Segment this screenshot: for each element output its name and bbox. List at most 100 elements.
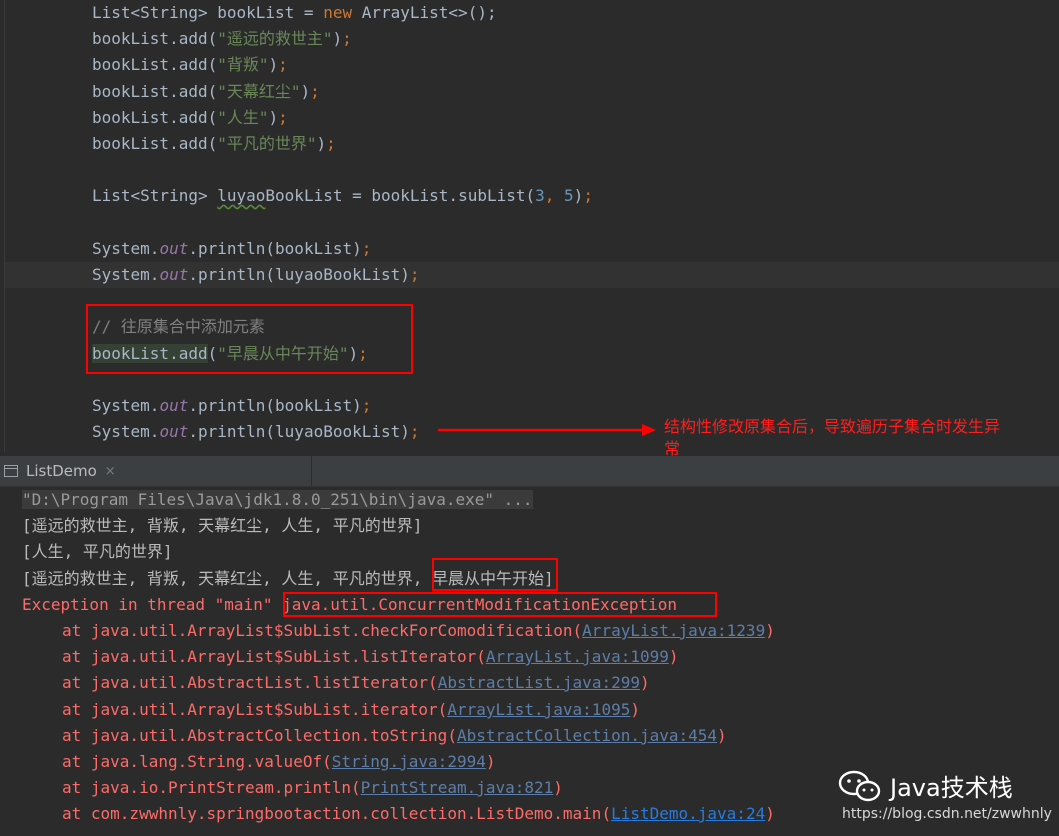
code-token: ;	[361, 239, 372, 258]
annotation-note: 结构性修改原集合后，导致遍历子集合时发生异常	[664, 417, 1001, 458]
console-line: at java.lang.String.valueOf(String.java:…	[62, 749, 495, 775]
highlight-box-new-element	[432, 558, 558, 591]
console-line: at java.util.ArrayList$SubList.listItera…	[62, 644, 679, 670]
code-token: "平凡的世界"	[217, 134, 317, 153]
console-text: at com.zwwhnly.springbootaction.collecti…	[62, 804, 612, 823]
console-line: [遥远的救世主, 背叛, 天幕红尘, 人生, 平凡的世界]	[22, 513, 422, 539]
code-token: ;	[409, 422, 420, 441]
console-text: )	[630, 700, 640, 719]
code-token: out	[159, 265, 189, 284]
console-text: )	[717, 726, 727, 745]
console-icon	[4, 465, 18, 477]
code-token: out	[159, 422, 189, 441]
console-text: )	[765, 804, 775, 823]
run-tool-window-tabbar: ListDemo ×	[0, 456, 1059, 487]
code-line: bookList.add("人生");	[92, 105, 288, 131]
code-token: ;	[409, 265, 420, 284]
code-token: ArrayList<>();	[352, 3, 497, 22]
code-token: ;	[326, 134, 336, 153]
code-token: System.	[92, 239, 160, 258]
code-line: bookList.add("背叛");	[92, 52, 288, 78]
source-link[interactable]: ArrayList.java:1239	[582, 621, 765, 640]
code-token: "人生"	[217, 108, 269, 127]
console-text: )	[485, 752, 496, 771]
code-token: List<String>	[92, 186, 218, 205]
code-token: ;	[583, 186, 593, 205]
code-line: List<String> bookList = new ArrayList<>(…	[92, 0, 497, 26]
source-link[interactable]: ListDemo.java:24	[611, 804, 765, 823]
code-token: List<String> bookList =	[92, 3, 324, 22]
code-token: System.	[92, 265, 160, 284]
code-line: List<String> luyaoBookList = bookList.su…	[92, 183, 593, 209]
code-line: bookList.add("平凡的世界");	[92, 131, 336, 157]
code-token: )	[268, 108, 279, 127]
code-token: )	[573, 186, 584, 205]
code-line: bookList.add("天幕红尘");	[92, 79, 320, 105]
code-editor[interactable]: List<String> bookList = new ArrayList<>(…	[0, 0, 1059, 458]
source-link[interactable]: String.java:2994	[332, 752, 486, 771]
code-token: ;	[342, 29, 352, 48]
code-token: )	[316, 134, 327, 153]
code-token: .println(luyaoBookList)	[188, 265, 410, 284]
code-token: System.	[92, 422, 160, 441]
console-line: at java.io.PrintStream.println(PrintStre…	[62, 775, 563, 801]
source-link[interactable]: AbstractCollection.java:454	[457, 726, 717, 745]
source-link[interactable]: AbstractList.java:299	[438, 673, 640, 692]
code-token: ;	[278, 108, 288, 127]
console-line: [人生, 平凡的世界]	[22, 539, 173, 565]
code-token: .println(bookList)	[188, 239, 362, 258]
console-line: at java.util.AbstractList.listIterator(A…	[62, 670, 650, 696]
watermark-title: Java技术栈	[890, 774, 1013, 802]
console-text: at java.util.ArrayList$SubList.listItera…	[62, 647, 486, 666]
console-text: )	[765, 621, 775, 640]
editor-gutter	[4, 0, 5, 452]
code-token: ,	[544, 186, 565, 205]
code-token: out	[159, 239, 189, 258]
code-token: ;	[310, 82, 320, 101]
console-text: at java.util.ArrayList$SubList.iterator(	[62, 700, 448, 719]
code-token: bookList.add(	[92, 134, 218, 153]
code-line: System.out.println(bookList);	[92, 236, 371, 262]
code-line: System.out.println(luyaoBookList);	[92, 419, 420, 445]
console-text: [人生, 平凡的世界]	[22, 542, 173, 561]
source-link[interactable]: ArrayList.java:1095	[447, 700, 630, 719]
highlight-box-exception	[283, 592, 717, 617]
console-text: at java.util.ArrayList$SubList.checkForC…	[62, 621, 583, 640]
code-token: bookList.add(	[92, 55, 218, 74]
console-text: )	[668, 647, 679, 666]
console-text: [遥远的救世主, 背叛, 天幕红尘, 人生, 平凡的世界]	[22, 516, 423, 535]
tab-listdemo[interactable]: ListDemo ×	[0, 456, 312, 486]
console-text: at java.util.AbstractList.listIterator(	[62, 673, 438, 692]
console-text: "D:\Program Files\Java\jdk1.8.0_251\bin\…	[22, 490, 533, 509]
code-token: )	[332, 29, 343, 48]
console-text: )	[639, 673, 650, 692]
code-token: "天幕红尘"	[217, 82, 301, 101]
code-token: "遥远的救世主"	[217, 29, 333, 48]
code-line: System.out.println(luyaoBookList);	[92, 262, 420, 288]
code-line: bookList.add("遥远的救世主");	[92, 26, 352, 52]
code-token: BookList = bookList.subList(	[265, 186, 536, 205]
arrow-right-icon	[438, 424, 656, 436]
code-token: 3	[535, 186, 545, 205]
code-token: bookList.add(	[92, 108, 218, 127]
code-token: )	[268, 55, 279, 74]
code-token: "背叛"	[217, 55, 269, 74]
console-line: "D:\Program Files\Java\jdk1.8.0_251\bin\…	[22, 487, 533, 513]
code-token: .println(bookList)	[188, 396, 362, 415]
close-icon[interactable]: ×	[105, 464, 116, 479]
source-link[interactable]: PrintStream.java:821	[361, 778, 554, 797]
watermark-url: https://blog.csdn.net/zwwhnly	[842, 806, 1052, 822]
console-text: )	[553, 778, 563, 797]
code-token: .println(luyaoBookList)	[188, 422, 410, 441]
code-token: System.	[92, 396, 160, 415]
console-text: at java.util.AbstractCollection.toString…	[62, 726, 457, 745]
code-token: new	[323, 3, 353, 22]
code-token: 5	[564, 186, 574, 205]
code-token: ;	[361, 396, 372, 415]
console-line: at java.util.ArrayList$SubList.checkForC…	[62, 618, 775, 644]
code-token: bookList.add(	[92, 82, 218, 101]
source-link[interactable]: ArrayList.java:1099	[486, 647, 669, 666]
code-token: out	[159, 396, 189, 415]
wechat-icon	[838, 770, 881, 801]
code-token: luyao	[217, 186, 266, 205]
